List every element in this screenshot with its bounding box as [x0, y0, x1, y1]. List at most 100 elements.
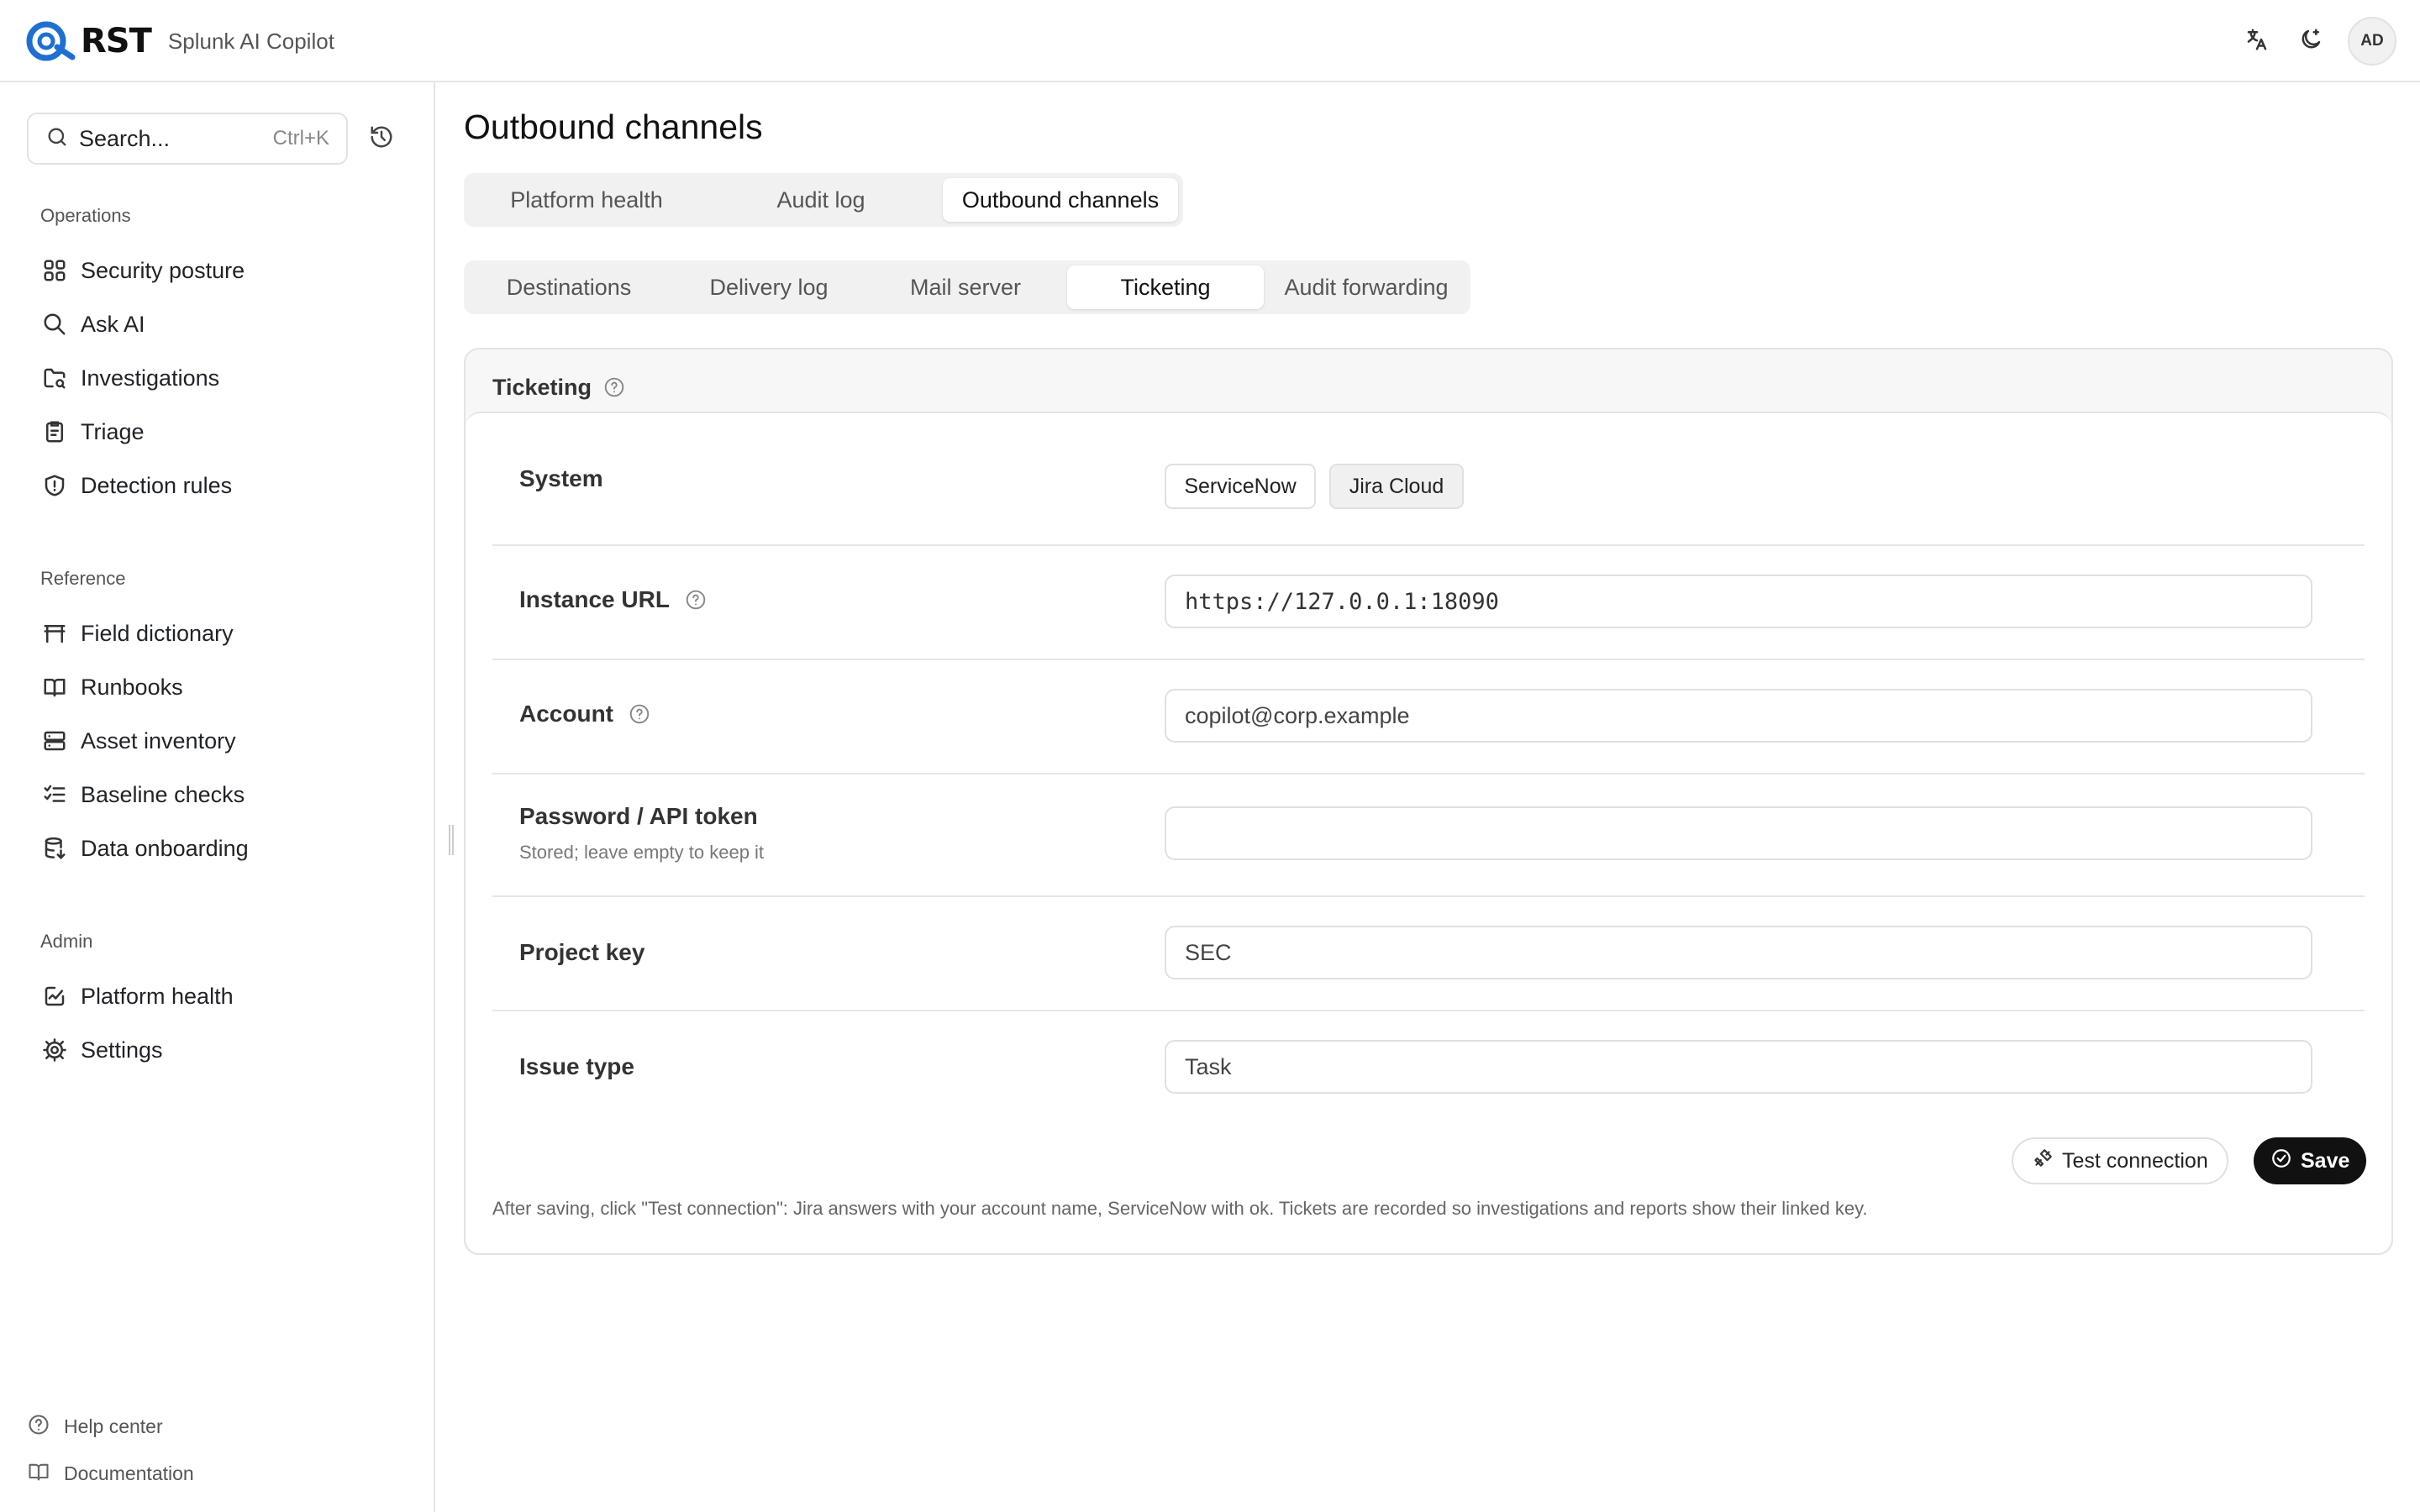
search-placeholder: Search... [79, 125, 171, 151]
project-key-label: Project key [519, 939, 645, 965]
search-icon [45, 125, 69, 153]
issue-type-label: Issue type [519, 1053, 634, 1079]
sidebar-item-triage[interactable]: Triage [27, 408, 408, 455]
history-icon [369, 124, 394, 154]
issue-type-row: Issue type Task [492, 1011, 2365, 1121]
sidebar-item-label: Asset inventory [81, 727, 236, 753]
sidebar-item-investigations[interactable]: Investigations [27, 354, 408, 402]
book-icon [27, 1460, 50, 1488]
logo-icon [24, 18, 77, 64]
project-key-field[interactable]: SEC [1165, 926, 2312, 979]
test-connection-label: Test connection [2062, 1148, 2208, 1173]
sidebar-item-label: Detection rules [81, 472, 233, 498]
sidebar-item-label: Field dictionary [81, 620, 234, 646]
sidebar-item-label: Settings [81, 1037, 163, 1063]
folder-search-icon [40, 364, 69, 392]
list-checks-icon [40, 780, 69, 809]
project-key-row: Project key SEC [492, 897, 2365, 1011]
primary-tabs: Platform health Audit log Outbound chann… [464, 173, 1183, 227]
sidebar-item-label: Platform health [81, 983, 234, 1009]
user-avatar[interactable]: AD [2348, 17, 2396, 66]
tab-ticketing[interactable]: Ticketing [1067, 265, 1264, 309]
ticketing-footnote: After saving, click "Test connection": J… [492, 1198, 1868, 1219]
language-button[interactable] [2240, 17, 2274, 66]
search-icon [40, 310, 69, 339]
sidebar-item-platform-health[interactable]: Platform health [27, 973, 408, 1020]
system-option-jira-cloud[interactable]: Jira Cloud [1329, 464, 1464, 509]
sidebar-item-label: Triage [81, 418, 145, 444]
sidebar-item-runbooks[interactable]: Runbooks [27, 664, 408, 711]
activity-icon [40, 982, 69, 1011]
product-name: Splunk AI Copilot [167, 28, 334, 54]
tab-audit-forwarding[interactable]: Audit forwarding [1267, 265, 1465, 309]
sidebar-item-label: Ask AI [81, 311, 145, 337]
sidebar-resize-handle[interactable] [449, 825, 454, 855]
issue-type-field[interactable]: Task [1165, 1040, 2312, 1094]
instance-url-label: Instance URL [519, 586, 670, 612]
tab-mail-server[interactable]: Mail server [869, 265, 1062, 309]
grid-icon [40, 256, 69, 285]
password-row: Password / API token Stored; leave empty… [492, 774, 2365, 897]
sidebar-item-asset-inventory[interactable]: Asset inventory [27, 717, 408, 764]
nav-section-admin: Admin [40, 931, 93, 952]
sidebar-item-data-onboarding[interactable]: Data onboarding [27, 825, 408, 872]
brand[interactable]: RST Splunk AI Copilot [24, 18, 334, 64]
help-icon [27, 1413, 50, 1441]
sidebar-item-label: Security posture [81, 257, 245, 283]
help-center-label: Help center [64, 1415, 163, 1437]
sidebar-item-label: Data onboarding [81, 835, 249, 861]
gear-icon [40, 1036, 69, 1064]
save-button[interactable]: Save [2254, 1137, 2367, 1184]
history-button[interactable] [365, 122, 398, 155]
server-icon [40, 727, 69, 755]
help-center-link[interactable]: Help center [27, 1408, 163, 1445]
tab-audit-log[interactable]: Audit log [708, 178, 934, 222]
sidebar-item-settings[interactable]: Settings [27, 1026, 408, 1074]
plug-icon [2032, 1147, 2054, 1175]
sidebar-item-ask-ai[interactable]: Ask AI [27, 301, 408, 348]
page-title: Outbound channels [464, 108, 763, 146]
ticketing-card: Ticketing System ServiceNow Jira Cloud I… [464, 348, 2393, 1255]
password-label: Password / API token [519, 803, 758, 829]
tab-outbound-channels[interactable]: Outbound channels [943, 178, 1178, 222]
database-icon [40, 834, 69, 863]
sidebar-item-label: Baseline checks [81, 781, 245, 807]
shield-icon [40, 471, 69, 500]
help-icon[interactable] [629, 703, 650, 725]
secondary-tabs: Destinations Delivery log Mail server Ti… [464, 260, 1470, 314]
search-input[interactable]: Search... Ctrl+K [27, 113, 348, 165]
translate-icon [2244, 27, 2270, 56]
account-field[interactable]: copilot@corp.example [1165, 689, 2312, 743]
instance-url-field[interactable]: https://127.0.0.1:18090 [1165, 575, 2312, 628]
check-circle-icon [2270, 1147, 2292, 1175]
tab-delivery-log[interactable]: Delivery log [672, 265, 865, 309]
tab-destinations[interactable]: Destinations [469, 265, 669, 309]
system-row: System ServiceNow Jira Cloud [492, 413, 2365, 546]
moon-icon [2298, 27, 2323, 56]
password-hint: Stored; leave empty to keep it [519, 842, 765, 863]
top-bar: RST Splunk AI Copilot AD [0, 0, 2420, 82]
help-icon[interactable] [603, 376, 625, 398]
save-label: Save [2301, 1148, 2350, 1173]
account-row: Account copilot@corp.example [492, 660, 2365, 774]
tab-platform-health[interactable]: Platform health [469, 178, 704, 222]
help-icon[interactable] [685, 589, 707, 611]
sidebar-item-baseline-checks[interactable]: Baseline checks [27, 771, 408, 818]
account-label: Account [519, 701, 613, 727]
table-icon [40, 619, 69, 648]
documentation-link[interactable]: Documentation [27, 1455, 194, 1492]
sidebar-item-security-posture[interactable]: Security posture [27, 247, 408, 294]
system-option-servicenow[interactable]: ServiceNow [1165, 464, 1316, 509]
sidebar-item-field-dictionary[interactable]: Field dictionary [27, 610, 408, 657]
sidebar-item-detection-rules[interactable]: Detection rules [27, 462, 408, 509]
system-label: System [519, 465, 603, 491]
instance-url-row: Instance URL https://127.0.0.1:18090 [492, 546, 2365, 660]
nav-section-operations: Operations [40, 205, 131, 226]
password-field[interactable] [1165, 806, 2312, 860]
theme-toggle-button[interactable] [2294, 17, 2328, 66]
test-connection-button[interactable]: Test connection [2012, 1137, 2228, 1184]
book-icon [40, 673, 69, 701]
documentation-label: Documentation [64, 1462, 194, 1484]
sidebar-item-label: Runbooks [81, 674, 183, 700]
brand-wordmark: RST [81, 22, 152, 60]
